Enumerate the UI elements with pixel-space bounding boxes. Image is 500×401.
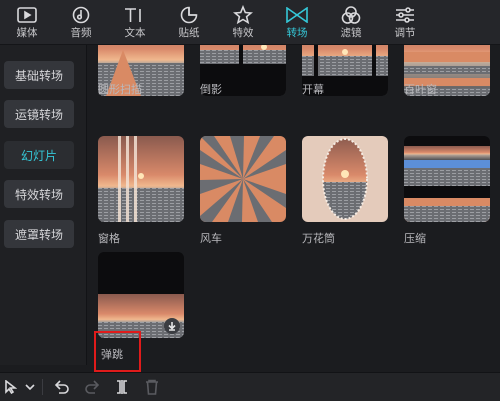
top-toolbar: 媒体 音频 文本 贴纸 特效 转场 滤镜 调节 bbox=[0, 0, 500, 45]
card-label: 圆形扫描 bbox=[98, 83, 142, 96]
adjust-icon bbox=[394, 5, 416, 25]
tab-filter-label: 滤镜 bbox=[340, 27, 362, 39]
undo-icon[interactable] bbox=[47, 373, 77, 401]
transition-card[interactable]: 百叶窗 bbox=[404, 45, 490, 96]
effects-icon bbox=[232, 5, 254, 25]
tab-audio-label: 音频 bbox=[70, 27, 92, 39]
transition-card[interactable]: 窗格 bbox=[98, 136, 184, 245]
text-icon bbox=[124, 5, 146, 25]
thumbnail bbox=[302, 136, 388, 222]
transition-card[interactable]: 圆形扫描 bbox=[98, 45, 184, 96]
split-icon[interactable] bbox=[107, 373, 137, 401]
thumbnail bbox=[404, 136, 490, 222]
transition-card[interactable]: 风车 bbox=[200, 136, 286, 245]
audio-icon bbox=[70, 5, 92, 25]
sticker-icon bbox=[178, 5, 200, 25]
transition-grid: 圆形扫描 倒影 开幕 百叶窗 窗格 风车 万花筒 压缩 弹跳 bbox=[87, 45, 500, 365]
category-effects[interactable]: 特效转场 bbox=[4, 180, 74, 208]
category-slideshow[interactable]: 幻灯片 bbox=[4, 141, 74, 169]
divider bbox=[42, 379, 43, 395]
bottom-toolbar bbox=[0, 372, 500, 401]
transition-card[interactable]: 压缩 bbox=[404, 136, 490, 245]
thumbnail bbox=[200, 136, 286, 222]
thumbnail bbox=[98, 252, 184, 338]
card-label: 百叶窗 bbox=[404, 83, 437, 96]
tab-filter[interactable]: 滤镜 bbox=[324, 0, 378, 44]
card-label: 窗格 bbox=[98, 232, 120, 245]
tab-effects[interactable]: 特效 bbox=[216, 0, 270, 44]
category-mask[interactable]: 遮罩转场 bbox=[4, 220, 74, 248]
tab-transition[interactable]: 转场 bbox=[270, 0, 324, 44]
delete-icon[interactable] bbox=[137, 373, 167, 401]
tab-media-label: 媒体 bbox=[16, 27, 38, 39]
transition-card[interactable]: 万花筒 bbox=[302, 136, 388, 245]
category-basic[interactable]: 基础转场 bbox=[4, 61, 74, 89]
card-label: 倒影 bbox=[200, 83, 222, 96]
filter-icon bbox=[340, 5, 362, 25]
thumbnail bbox=[98, 136, 184, 222]
tab-audio[interactable]: 音频 bbox=[54, 0, 108, 44]
tab-adjust-label: 调节 bbox=[394, 27, 416, 39]
download-icon[interactable] bbox=[164, 318, 180, 334]
transition-card[interactable]: 倒影 bbox=[200, 45, 286, 96]
category-sidebar: 基础转场 运镜转场 幻灯片 特效转场 遮罩转场 bbox=[0, 45, 87, 365]
category-camera[interactable]: 运镜转场 bbox=[4, 100, 74, 128]
card-label: 开幕 bbox=[302, 83, 324, 96]
tab-effects-label: 特效 bbox=[232, 27, 254, 39]
card-label: 压缩 bbox=[404, 232, 426, 245]
tab-sticker[interactable]: 贴纸 bbox=[162, 0, 216, 44]
tab-media[interactable]: 媒体 bbox=[0, 0, 54, 44]
tab-text[interactable]: 文本 bbox=[108, 0, 162, 44]
card-label: 万花筒 bbox=[302, 232, 335, 245]
redo-icon[interactable] bbox=[77, 373, 107, 401]
transition-icon bbox=[286, 5, 308, 25]
tab-text-label: 文本 bbox=[124, 27, 146, 39]
cursor-icon[interactable] bbox=[0, 373, 22, 401]
card-label: 风车 bbox=[200, 232, 222, 245]
tab-sticker-label: 贴纸 bbox=[178, 27, 200, 39]
transition-card[interactable]: 开幕 bbox=[302, 45, 388, 96]
card-label: 弹跳 bbox=[101, 348, 123, 361]
media-icon bbox=[16, 5, 38, 25]
transition-card-highlighted[interactable]: 弹跳 bbox=[98, 252, 184, 361]
chevron-down-icon[interactable] bbox=[22, 373, 38, 401]
tab-transition-label: 转场 bbox=[286, 27, 308, 39]
tab-adjust[interactable]: 调节 bbox=[378, 0, 432, 44]
